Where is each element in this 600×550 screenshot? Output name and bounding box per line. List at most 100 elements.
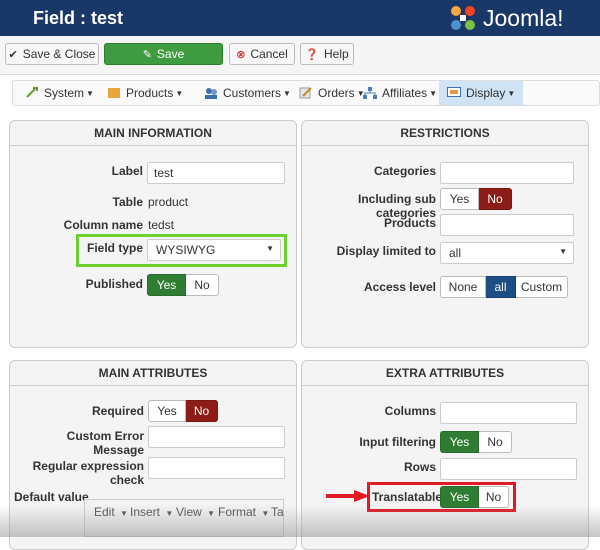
toolbar: ✔ Save & Close ✎ Save ⊗ Cancel ❓ Help xyxy=(0,36,600,75)
products-input[interactable] xyxy=(440,214,574,236)
caret-down-icon: ▼ xyxy=(175,88,184,98)
caret-down-icon: ▼ xyxy=(429,88,438,98)
editor-menu-label: View xyxy=(176,505,202,519)
menu-label: Affiliates xyxy=(382,86,428,100)
panel-heading: EXTRA ATTRIBUTES xyxy=(302,361,588,386)
caret-down-icon: ▼ xyxy=(120,509,128,518)
red-arrow-icon xyxy=(326,490,370,502)
check-icon: ✔ xyxy=(8,48,18,61)
published-yes[interactable]: Yes xyxy=(147,274,186,296)
menu-item-affiliates[interactable]: Affiliates ▼ xyxy=(363,81,437,105)
table-value: product xyxy=(148,195,189,209)
menu-label: Display xyxy=(466,86,506,100)
editor-menu-label: Format xyxy=(218,505,257,519)
columns-label: Columns xyxy=(384,404,436,418)
menu-item-system[interactable]: System ▼ xyxy=(25,81,94,105)
categories-label: Categories xyxy=(373,164,436,178)
access-level-label: Access level xyxy=(363,280,436,294)
monitor-icon xyxy=(447,87,461,99)
published-no[interactable]: No xyxy=(186,274,219,296)
translatable-no[interactable]: No xyxy=(479,486,509,508)
regex-label: Regular expression check xyxy=(32,459,144,487)
box-icon xyxy=(107,87,121,99)
menu-label: Orders xyxy=(318,86,355,100)
input-filtering-no[interactable]: No xyxy=(479,431,512,453)
help-button[interactable]: ❓ Help xyxy=(300,43,354,65)
menu-label: System xyxy=(44,86,85,100)
required-no[interactable]: No xyxy=(186,400,218,422)
required-toggle: Yes No xyxy=(148,400,218,422)
translatable-yes[interactable]: Yes xyxy=(440,486,479,508)
panel-heading: RESTRICTIONS xyxy=(302,121,588,146)
caret-down-icon: ▼ xyxy=(507,88,516,98)
page-title: Field : test xyxy=(33,8,124,28)
joomla-logo: Joomla! xyxy=(446,3,596,33)
translatable-toggle: Yes No xyxy=(440,486,509,508)
menu-label: Products xyxy=(126,86,174,100)
default-value-label: Default value xyxy=(14,490,89,504)
menu-item-products[interactable]: Products ▼ xyxy=(107,81,183,105)
caret-down-icon: ▼ xyxy=(165,509,174,518)
caret-down-icon: ▼ xyxy=(266,244,274,253)
editor-menu-insert[interactable]: Insert ▼ xyxy=(130,505,173,519)
access-custom[interactable]: Custom xyxy=(516,276,568,298)
subcategories-yes[interactable]: Yes xyxy=(440,188,479,210)
subcategories-toggle: Yes No xyxy=(440,188,512,210)
menu-label: Customers xyxy=(223,86,282,100)
display-limited-select[interactable]: all ▼ xyxy=(440,242,574,264)
columns-input[interactable] xyxy=(440,402,577,424)
cancel-label: Cancel xyxy=(250,47,288,61)
column-name-label: Column name xyxy=(63,218,143,232)
categories-input[interactable] xyxy=(440,162,574,184)
menu-item-display[interactable]: Display ▼ xyxy=(439,81,524,105)
rows-label: Rows xyxy=(403,460,436,474)
products-label: Products xyxy=(383,216,436,230)
wysiwyg-editor: Edit ▼ Insert ▼ View ▼ Format ▼ Ta xyxy=(84,499,284,537)
caret-down-icon: ▼ xyxy=(86,88,94,98)
rows-input[interactable] xyxy=(440,458,577,480)
save-close-button[interactable]: ✔ Save & Close xyxy=(5,43,99,65)
edit-icon: ✎ xyxy=(142,48,152,61)
translatable-label: Translatable xyxy=(372,490,443,504)
help-label: Help xyxy=(324,47,349,61)
display-limited-label: Display limited to xyxy=(336,244,436,258)
save-button[interactable]: ✎ Save xyxy=(104,43,223,65)
panel-heading: MAIN ATTRIBUTES xyxy=(10,361,296,386)
published-toggle: Yes No xyxy=(147,274,219,296)
editor-menu-table[interactable]: Ta xyxy=(271,505,284,519)
field-type-label: Field type xyxy=(86,241,143,255)
caret-down-icon: ▼ xyxy=(207,509,216,518)
field-type-select[interactable]: WYSIWYG ▼ xyxy=(147,239,281,261)
question-icon: ❓ xyxy=(305,48,319,61)
regex-input[interactable] xyxy=(148,457,285,479)
pencil-icon xyxy=(299,87,313,99)
editor-menu-view[interactable]: View ▼ xyxy=(176,505,215,519)
save-label: Save xyxy=(156,47,185,61)
editor-menu-format[interactable]: Format ▼ xyxy=(218,505,269,519)
published-label: Published xyxy=(85,277,143,291)
wrench-icon xyxy=(25,87,39,99)
table-label: Table xyxy=(112,195,143,209)
caret-down-icon: ▼ xyxy=(283,88,291,98)
editor-menu-edit[interactable]: Edit ▼ xyxy=(94,505,128,519)
caret-down-icon: ▼ xyxy=(559,247,567,256)
editor-menu-label: Edit xyxy=(94,505,115,519)
access-none[interactable]: None xyxy=(440,276,486,298)
input-filtering-yes[interactable]: Yes xyxy=(440,431,479,453)
logo-text: Joomla! xyxy=(483,5,564,31)
access-all[interactable]: all xyxy=(486,276,516,298)
subcategories-no[interactable]: No xyxy=(479,188,512,210)
extra-attributes-panel: EXTRA ATTRIBUTES xyxy=(301,360,589,550)
cancel-button[interactable]: ⊗ Cancel xyxy=(229,43,295,65)
panel-heading: MAIN INFORMATION xyxy=(10,121,296,146)
label-input[interactable]: test xyxy=(147,162,285,184)
custom-error-input[interactable] xyxy=(148,426,285,448)
menu-item-orders[interactable]: Orders ▼ xyxy=(299,81,365,105)
menu-item-customers[interactable]: Customers ▼ xyxy=(204,81,291,105)
label-field-label: Label xyxy=(111,164,143,178)
display-limited-value: all xyxy=(449,246,462,260)
save-close-label: Save & Close xyxy=(22,47,96,61)
required-yes[interactable]: Yes xyxy=(148,400,186,422)
component-menu: System ▼ Products ▼ Customers ▼ Orders ▼ Aff… xyxy=(12,80,600,106)
sitemap-icon xyxy=(363,87,377,99)
